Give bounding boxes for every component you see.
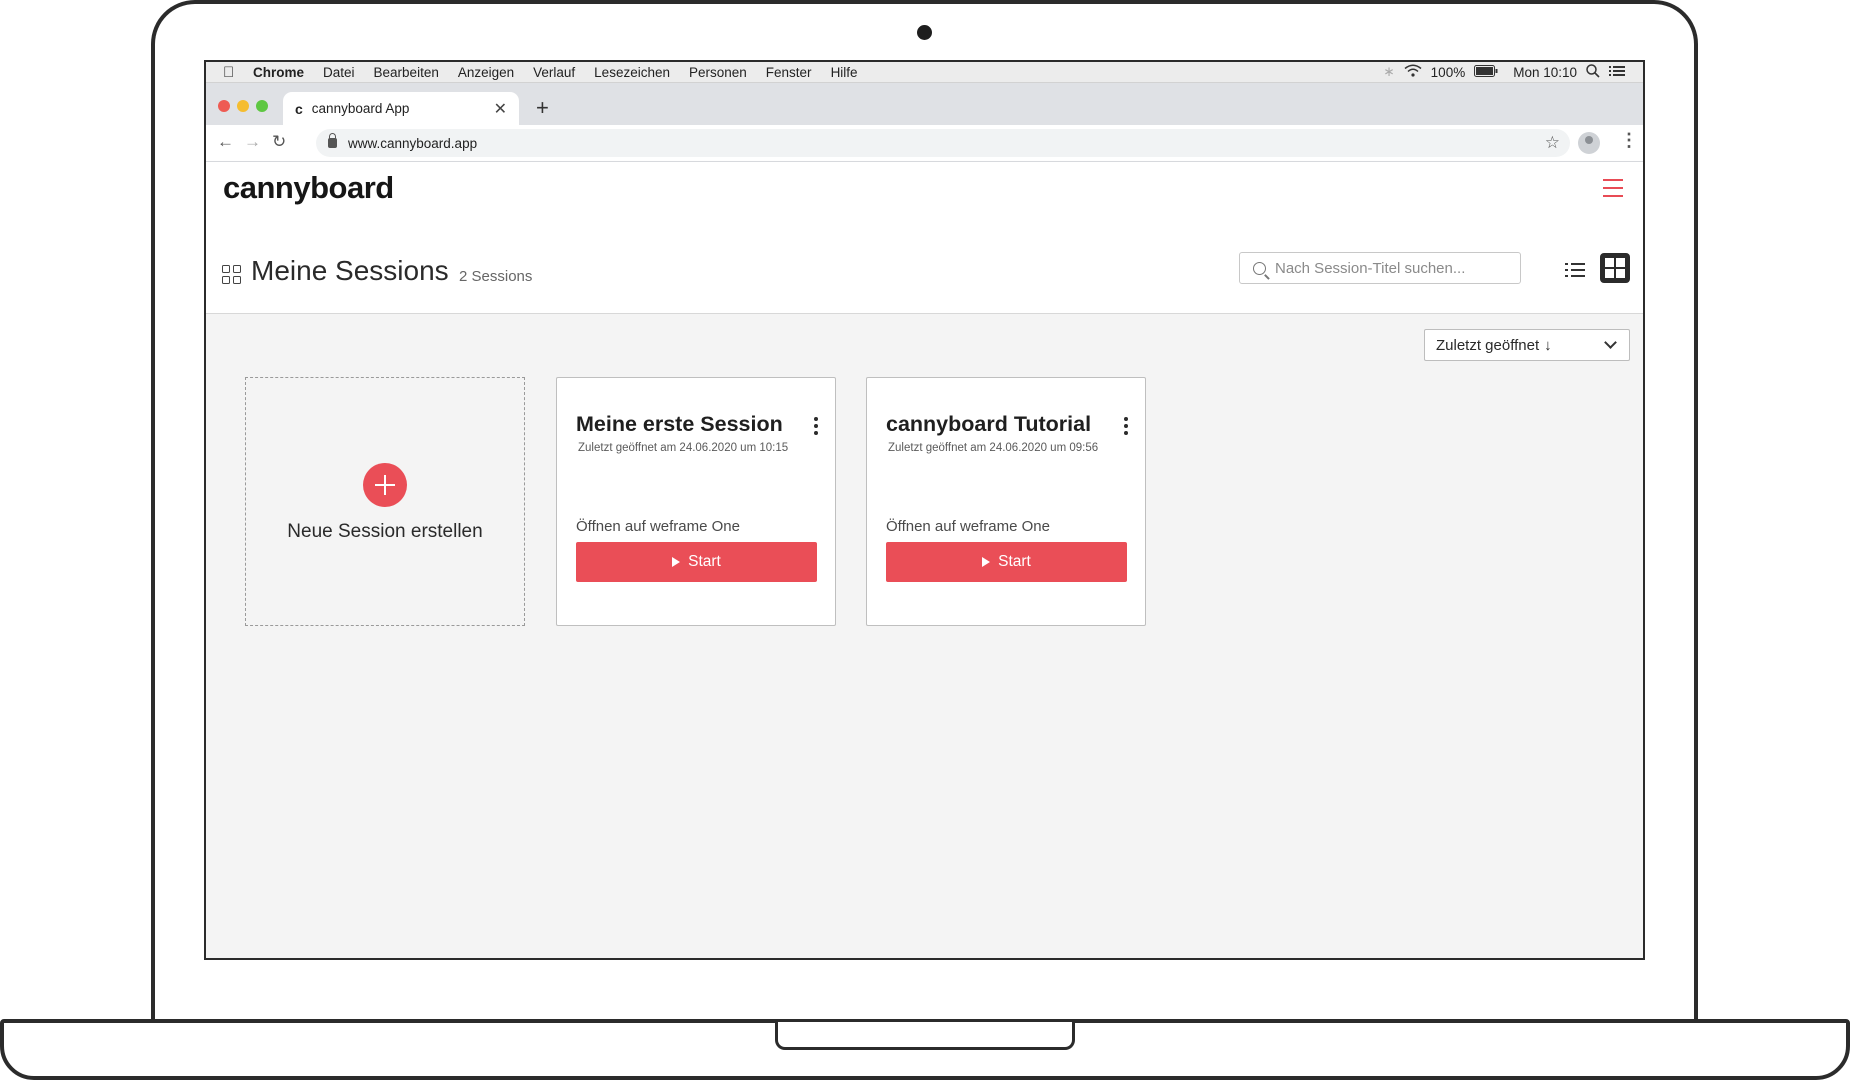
spotlight-search-icon[interactable] — [1586, 63, 1600, 81]
start-button-label: Start — [998, 553, 1031, 570]
session-last-opened: Zuletzt geöffnet am 24.06.2020 um 09:56 — [888, 442, 1099, 454]
grid-view-icon[interactable] — [1600, 253, 1630, 283]
reload-icon[interactable]: ↻ — [272, 133, 286, 150]
start-button[interactable]: Start — [576, 542, 817, 582]
window-minimize-icon[interactable] — [237, 100, 249, 112]
play-icon — [672, 557, 681, 567]
open-on-label: Öffnen auf weframe One — [886, 518, 1050, 535]
list-view-icon[interactable] — [1565, 262, 1585, 278]
sort-direction-arrow: ↓ — [1544, 336, 1552, 354]
mac-menu-bar:  Chrome Datei Bearbeiten Anzeigen Verla… — [206, 62, 1643, 83]
menu-anzeigen[interactable]: Anzeigen — [458, 65, 514, 80]
tab-title: cannyboard App — [311, 101, 410, 116]
app-logo[interactable]: cannyboard — [223, 170, 394, 206]
plus-icon[interactable] — [363, 463, 407, 507]
menu-hilfe[interactable]: Hilfe — [831, 65, 858, 80]
notification-center-icon[interactable] — [1609, 65, 1625, 80]
bookmark-star-icon[interactable]: ☆ — [1545, 133, 1560, 153]
new-tab-icon[interactable]: + — [536, 97, 549, 119]
chrome-menu-icon[interactable]: ⋮ — [1620, 131, 1638, 149]
menu-personen[interactable]: Personen — [689, 65, 747, 80]
search-icon — [1253, 261, 1266, 275]
session-title: cannyboard Tutorial — [886, 412, 1092, 436]
tab-cannyboard[interactable]: c cannyboard App ✕ — [283, 92, 519, 125]
clock[interactable]: Mon 10:10 — [1513, 65, 1577, 80]
new-session-card[interactable]: Neue Session erstellen — [245, 377, 525, 626]
sort-label: Zuletzt geöffnet — [1436, 336, 1540, 354]
session-card[interactable]: cannyboard Tutorial Zuletzt geöffnet am … — [866, 377, 1146, 626]
window-zoom-icon[interactable] — [256, 100, 268, 112]
tab-strip: c cannyboard App ✕ + — [206, 83, 1643, 125]
page-title: Meine Sessions — [251, 255, 449, 286]
chevron-down-icon — [1604, 336, 1617, 349]
sessions-grid-icon — [222, 265, 242, 285]
hamburger-menu-icon[interactable] — [1603, 179, 1623, 197]
session-card[interactable]: Meine erste Session Zuletzt geöffnet am … — [556, 377, 836, 626]
app-header: cannyboard — [206, 162, 1643, 215]
menu-fenster[interactable]: Fenster — [766, 65, 812, 80]
battery-icon[interactable] — [1474, 64, 1498, 80]
address-bar: ← → ↻ www.cannyboard.app ☆ ⋮ — [206, 125, 1643, 162]
url-text[interactable]: www.cannyboard.app — [348, 136, 477, 151]
start-button-label: Start — [688, 553, 721, 570]
status-area: ∗ 100% Mon 10:10 — [1383, 63, 1625, 81]
camera — [917, 25, 932, 40]
apple-icon[interactable]:  — [223, 65, 239, 80]
back-icon[interactable]: ← — [217, 133, 234, 150]
session-title: Meine erste Session — [576, 412, 783, 436]
new-session-label: Neue Session erstellen — [287, 521, 483, 542]
more-options-icon[interactable] — [1124, 417, 1128, 435]
menu-datei[interactable]: Datei — [323, 65, 355, 80]
lock-icon[interactable] — [328, 133, 337, 148]
open-on-label: Öffnen auf weframe One — [576, 518, 740, 535]
wifi-icon[interactable] — [1404, 64, 1422, 80]
session-count: 2 Sessions — [459, 268, 533, 285]
sort-dropdown[interactable]: Zuletzt geöffnet ↓ — [1424, 329, 1630, 361]
session-last-opened: Zuletzt geöffnet am 24.06.2020 um 10:15 — [578, 442, 789, 454]
more-options-icon[interactable] — [814, 417, 818, 435]
tab-close-icon[interactable]: ✕ — [494, 99, 507, 119]
play-icon — [982, 557, 991, 567]
forward-icon[interactable]: → — [244, 133, 261, 150]
profile-avatar-icon[interactable] — [1578, 132, 1600, 154]
screen:  Chrome Datei Bearbeiten Anzeigen Verla… — [204, 60, 1645, 960]
bluetooth-icon[interactable]: ∗ — [1383, 64, 1394, 80]
search-input[interactable] — [1275, 259, 1505, 277]
search-field[interactable] — [1239, 252, 1521, 284]
page-title-bar: Meine Sessions 2 Sessions — [206, 215, 1643, 314]
menu-verlauf[interactable]: Verlauf — [533, 65, 575, 80]
menu-chrome[interactable]: Chrome — [253, 65, 304, 80]
favicon-icon: c — [295, 100, 303, 117]
menu-bearbeiten[interactable]: Bearbeiten — [374, 65, 439, 80]
window-close-icon[interactable] — [218, 100, 230, 112]
laptop-notch — [775, 1022, 1075, 1050]
battery-percent: 100% — [1430, 64, 1466, 80]
menu-lesezeichen[interactable]: Lesezeichen — [594, 65, 670, 80]
start-button[interactable]: Start — [886, 542, 1127, 582]
url-bar[interactable]: www.cannyboard.app ☆ — [316, 129, 1570, 157]
